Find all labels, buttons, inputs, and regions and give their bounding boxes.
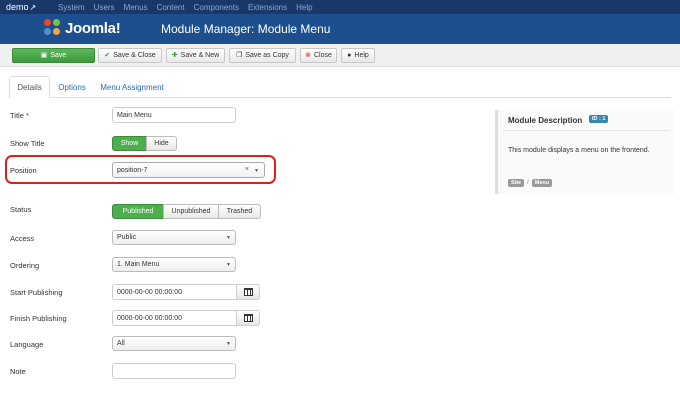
menu-item-menus[interactable]: Menus [124, 3, 148, 12]
status-trashed-button[interactable]: Trashed [218, 204, 261, 219]
menu-item-users[interactable]: Users [94, 3, 115, 12]
main-menu: System Users Menus Content Components Ex… [58, 3, 313, 12]
save-new-label: Save & New [180, 52, 220, 59]
position-label: Position [10, 166, 37, 175]
tab-details[interactable]: Details [9, 76, 50, 99]
external-link-icon: ↗ [29, 3, 37, 12]
start-publishing-input[interactable]: 0000-00-00 00:00:00 [112, 284, 237, 300]
status-unpublished-button[interactable]: Unpublished [163, 204, 219, 219]
menu-item-system[interactable]: System [58, 3, 85, 12]
chevron-down-icon: ▼ [226, 341, 231, 347]
language-select[interactable]: All ▼ [112, 336, 236, 351]
save-button[interactable]: ▣ Save [12, 48, 95, 63]
tab-options[interactable]: Options [55, 76, 89, 98]
plus-icon: ✚ [171, 52, 178, 59]
tag-separator: / [527, 180, 529, 186]
ordering-value: 1. Main Menu [117, 261, 160, 268]
close-label: Close [313, 52, 332, 59]
copy-icon: ❐ [236, 52, 243, 59]
finish-publishing-calendar-button[interactable] [236, 310, 260, 326]
language-value: All [117, 340, 125, 347]
language-label: Language [10, 340, 44, 349]
title-input[interactable]: Main Menu [112, 107, 236, 123]
check-icon: ✔ [104, 52, 111, 59]
access-label: Access [10, 234, 35, 243]
site-brand-link[interactable]: demo↗ [6, 2, 36, 12]
save-close-label: Save & Close [113, 52, 156, 59]
menu-item-content[interactable]: Content [157, 3, 185, 12]
save-as-copy-label: Save as Copy [245, 52, 289, 59]
site-name: demo [6, 2, 29, 12]
module-tags: Site / Menu [508, 179, 553, 187]
calendar-icon [243, 288, 253, 296]
menu-item-components[interactable]: Components [194, 3, 239, 12]
help-icon: ● [347, 52, 352, 59]
module-id-badge: ID : 1 [589, 115, 609, 123]
help-label: Help [354, 52, 369, 59]
panel-divider [503, 130, 670, 131]
finish-publishing-label: Finish Publishing [10, 314, 67, 323]
chevron-down-icon: ▼ [226, 262, 231, 268]
chevron-down-icon: ▼ [226, 235, 231, 241]
status-label: Status [10, 205, 32, 214]
ordering-label: Ordering [10, 261, 40, 270]
show-title-toggle: Show Hide [112, 136, 177, 151]
ordering-select[interactable]: 1. Main Menu ▼ [112, 257, 236, 272]
save-new-button[interactable]: ✚ Save & New [166, 48, 225, 63]
joomla-logo-text: Joomla! [65, 19, 121, 37]
clear-icon[interactable]: × [245, 166, 249, 173]
joomla-logo-icon [44, 19, 62, 37]
show-title-hide-button[interactable]: Hide [146, 136, 177, 151]
status-toggle: Published Unpublished Trashed [112, 204, 261, 219]
tab-bar: Details Options Menu Assignment [9, 76, 671, 99]
toolbar: ▣ Save ✔ Save & Close ✚ Save & New ❐ Sav… [0, 44, 680, 67]
menu-item-extensions[interactable]: Extensions [248, 3, 287, 12]
start-publishing-calendar-button[interactable] [236, 284, 260, 300]
joomla-logo[interactable]: Joomla! [44, 19, 121, 37]
cancel-icon: ⊗ [305, 52, 311, 59]
access-select[interactable]: Public ▼ [112, 230, 236, 245]
menu-item-help[interactable]: Help [296, 3, 312, 12]
top-navbar: demo↗ System Users Menus Content Compone… [0, 0, 680, 14]
start-publishing-label: Start Publishing [10, 288, 63, 297]
tab-menu-assignment[interactable]: Menu Assignment [99, 76, 165, 98]
module-description-panel: Module Description ID : 1 This module di… [495, 110, 675, 194]
save-button-label: Save [50, 52, 67, 59]
help-button[interactable]: ● Help [341, 48, 375, 63]
page-header: Joomla! Module Manager: Module Menu [0, 14, 680, 44]
status-published-button[interactable]: Published [112, 204, 164, 219]
close-button[interactable]: ⊗ Close [300, 48, 337, 63]
save-as-copy-button[interactable]: ❐ Save as Copy [229, 48, 296, 63]
save-close-button[interactable]: ✔ Save & Close [98, 48, 162, 63]
note-input[interactable] [112, 363, 236, 379]
title-label: Title * [10, 111, 29, 120]
module-description-text: This module displays a menu on the front… [508, 147, 650, 154]
show-title-label: Show Title [10, 139, 45, 148]
access-value: Public [117, 234, 137, 241]
chevron-down-icon: ▼ [254, 168, 259, 174]
show-title-show-button[interactable]: Show [112, 136, 147, 151]
finish-publishing-input[interactable]: 0000-00-00 00:00:00 [112, 310, 237, 326]
page-title: Module Manager: Module Menu [161, 22, 331, 36]
save-icon: ▣ [40, 52, 48, 59]
calendar-icon [243, 314, 253, 322]
note-label: Note [10, 367, 26, 376]
position-value: position-7 [117, 166, 148, 174]
client-badge: Site [508, 179, 525, 187]
position-select[interactable]: position-7 × ▼ [112, 162, 265, 178]
module-type-badge: Menu [531, 179, 553, 187]
module-description-title: Module Description [508, 116, 583, 125]
